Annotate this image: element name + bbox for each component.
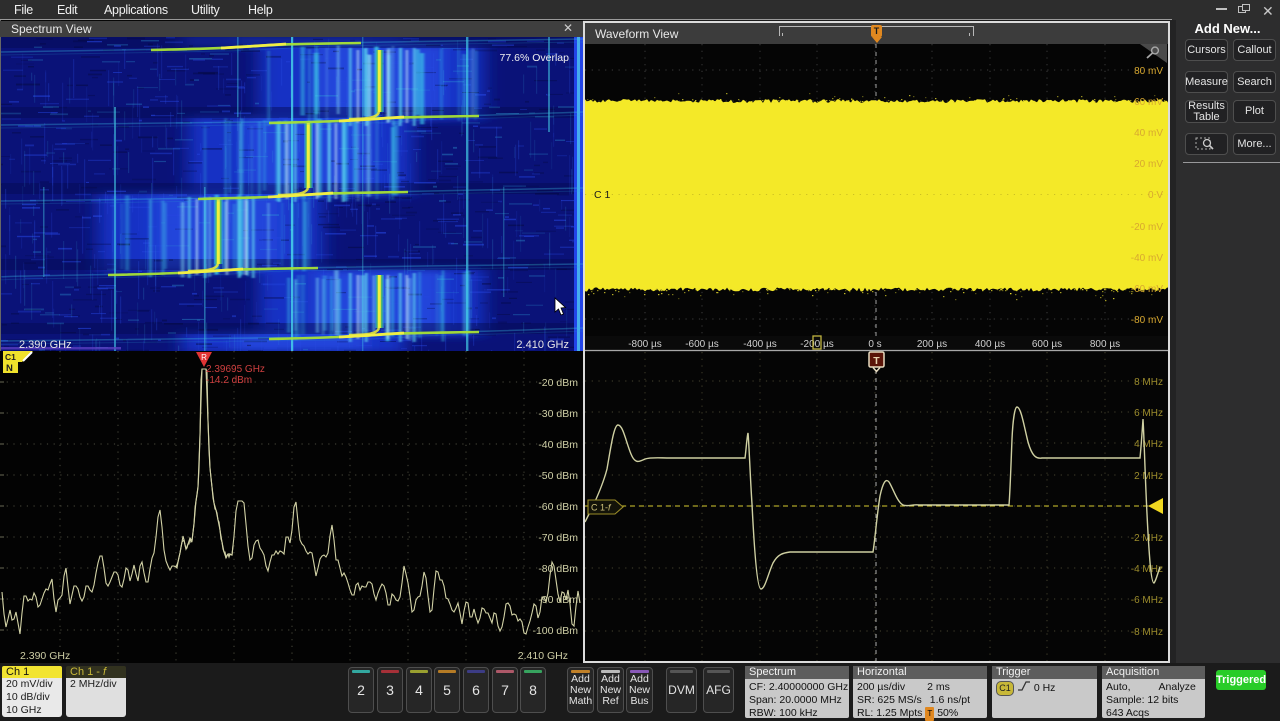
svg-text:-20 dBm: -20 dBm (538, 377, 578, 389)
svg-text:C 1-f: C 1-f (591, 503, 612, 513)
svg-text:-60 mV: -60 mV (1131, 284, 1164, 295)
svg-text:C 1: C 1 (594, 189, 611, 201)
svg-text:60 mV: 60 mV (1134, 97, 1163, 108)
svg-text:0 s: 0 s (868, 339, 881, 350)
svg-text:2 MHz: 2 MHz (1134, 471, 1163, 482)
svg-text:800 µs: 800 µs (1090, 339, 1120, 350)
svg-text:8 MHz: 8 MHz (1134, 377, 1163, 388)
svg-text:600 µs: 600 µs (1032, 339, 1062, 350)
svg-text:-50 dBm: -50 dBm (538, 470, 578, 482)
svg-text:2.390 GHz: 2.390 GHz (20, 650, 70, 662)
svg-text:N: N (6, 363, 13, 374)
svg-text:-600 µs: -600 µs (685, 339, 719, 350)
svg-text:-800 µs: -800 µs (628, 339, 662, 350)
svg-text:2.410 GHz: 2.410 GHz (518, 650, 568, 662)
svg-text:-30 dBm: -30 dBm (538, 408, 578, 420)
svg-text:-40 dBm: -40 dBm (538, 439, 578, 451)
svg-text:200 µs: 200 µs (917, 339, 947, 350)
svg-text:-14.2 dBm: -14.2 dBm (206, 375, 252, 386)
svg-text:-80 dBm: -80 dBm (538, 563, 578, 575)
svg-text:40 mV: 40 mV (1134, 128, 1163, 139)
svg-text:20 mV: 20 mV (1134, 159, 1163, 170)
svg-text:-70 dBm: -70 dBm (538, 532, 578, 544)
svg-text:80 mV: 80 mV (1134, 66, 1163, 77)
svg-text:4 MHz: 4 MHz (1134, 439, 1163, 450)
svg-text:-60 dBm: -60 dBm (538, 501, 578, 513)
svg-text:-90 dBm: -90 dBm (538, 594, 578, 606)
svg-text:-20 mV: -20 mV (1131, 222, 1164, 233)
svg-text:-400 µs: -400 µs (743, 339, 777, 350)
svg-text:2.390 GHz: 2.390 GHz (19, 339, 72, 351)
svg-text:77.6% Overlap: 77.6% Overlap (500, 52, 570, 64)
svg-text:2.410 GHz: 2.410 GHz (516, 339, 569, 351)
svg-text:-80 mV: -80 mV (1131, 315, 1164, 326)
svg-text:C1: C1 (5, 352, 16, 362)
svg-text:0 V: 0 V (1148, 190, 1163, 201)
svg-text:-40 mV: -40 mV (1131, 253, 1164, 264)
svg-text:-6 MHz: -6 MHz (1131, 595, 1163, 606)
svg-text:6 MHz: 6 MHz (1134, 408, 1163, 419)
svg-text:T: T (873, 355, 880, 367)
svg-text:-100 dBm: -100 dBm (532, 625, 578, 637)
svg-text:-2 MHz: -2 MHz (1131, 533, 1163, 544)
svg-text:R: R (201, 353, 207, 362)
svg-text:2.39695 GHz: 2.39695 GHz (206, 364, 265, 375)
svg-text:400 µs: 400 µs (975, 339, 1005, 350)
svg-text:-8 MHz: -8 MHz (1131, 627, 1163, 638)
